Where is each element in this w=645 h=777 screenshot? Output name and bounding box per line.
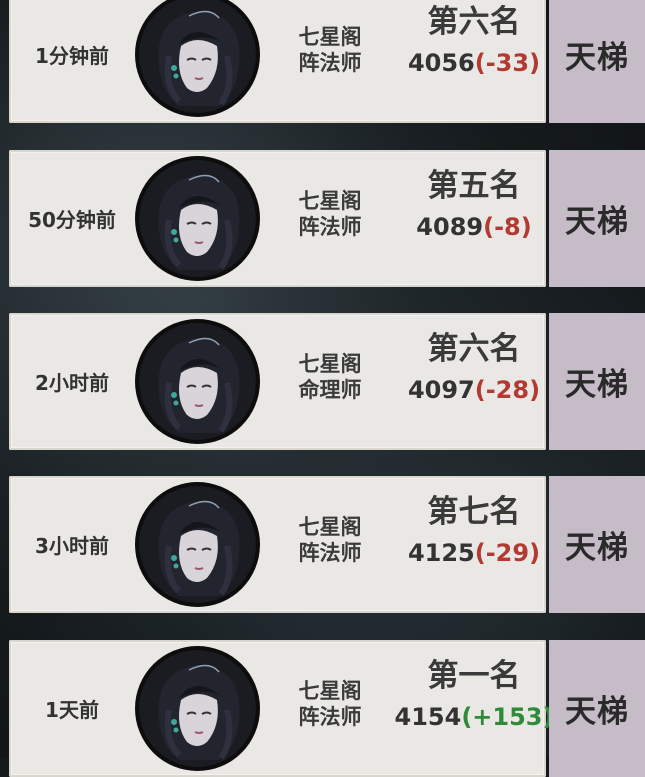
role-name: 命理师: [298, 378, 362, 402]
rank-text: 第五名: [427, 168, 521, 204]
mode-tag[interactable]: 天梯: [549, 150, 645, 287]
mode-label: 天梯: [565, 530, 629, 566]
rank-text: 第一名: [427, 658, 521, 694]
score-line: 4056(-33): [389, 49, 559, 77]
rank-text: 第六名: [427, 4, 521, 40]
character-portrait-icon: [139, 650, 256, 767]
sect-name: 七星阁: [298, 189, 362, 213]
sect-role: 七星阁 阵法师: [285, 188, 375, 240]
sect-role: 七星阁 阵法师: [285, 514, 375, 566]
character-portrait-icon: [139, 486, 256, 603]
mode-label: 天梯: [565, 204, 629, 240]
mode-label: 天梯: [565, 40, 629, 76]
score-value: 4056: [407, 49, 475, 77]
match-record-row[interactable]: 50分钟前 七星阁 阵法师 第五名 4089(-8) 天梯: [0, 150, 645, 287]
role-name: 阵法师: [298, 705, 362, 729]
record-card[interactable]: 1天前 七星阁 阵法师 第一名 4154(+153): [9, 640, 553, 777]
score-delta: -8: [494, 213, 521, 241]
sect-name: 七星阁: [298, 352, 362, 376]
sect-name: 七星阁: [298, 515, 362, 539]
mode-tag[interactable]: 天梯: [549, 313, 645, 450]
sect-role: 七星阁 命理师: [285, 351, 375, 403]
sect-name: 七星阁: [298, 679, 362, 703]
score-delta-open: (: [474, 49, 486, 77]
record-card[interactable]: 3小时前 七星阁 阵法师 第七名 4125(-29): [9, 476, 546, 613]
match-record-row[interactable]: 3小时前 七星阁 阵法师 第七名 4125(-29) 天梯: [0, 476, 645, 613]
role-name: 阵法师: [298, 541, 362, 565]
score-line: 4154(+153): [389, 703, 559, 731]
match-record-row[interactable]: 2小时前 七星阁 命理师 第六名 4097(-28) 天梯: [0, 313, 645, 450]
character-portrait-icon: [139, 0, 256, 113]
record-time: 2小时前: [35, 371, 109, 395]
role-name: 阵法师: [298, 215, 362, 239]
sect-name: 七星阁: [298, 25, 362, 49]
record-card[interactable]: 50分钟前 七星阁 阵法师 第五名 4089(-8): [9, 150, 546, 287]
sect-role: 七星阁 阵法师: [285, 678, 375, 730]
mode-label: 天梯: [565, 694, 629, 730]
score-delta: -29: [485, 539, 530, 567]
mode-label: 天梯: [565, 367, 629, 403]
score-delta-close: ): [529, 376, 541, 404]
score-value: 4097: [407, 376, 475, 404]
rank-text: 第七名: [427, 494, 521, 530]
match-record-row[interactable]: 1天前 七星阁 阵法师 第一名 4154(+153) 天梯: [0, 640, 645, 777]
score-delta-open: (: [461, 703, 473, 731]
mode-tag[interactable]: 天梯: [549, 640, 645, 777]
score-delta-close: ): [529, 539, 541, 567]
record-card[interactable]: 1分钟前 七星阁 阵法师 第六名 4056(-33): [9, 0, 546, 123]
sect-role: 七星阁 阵法师: [285, 24, 375, 76]
score-delta: -33: [485, 49, 530, 77]
match-record-row[interactable]: 1分钟前 七星阁 阵法师 第六名 4056(-33) 天梯: [0, 0, 645, 123]
score-value: 4089: [416, 213, 484, 241]
score-delta-open: (: [474, 539, 486, 567]
score-line: 4125(-29): [389, 539, 559, 567]
score-delta: +153: [472, 703, 543, 731]
record-time: 50分钟前: [28, 208, 116, 232]
mode-tag[interactable]: 天梯: [549, 476, 645, 613]
role-name: 阵法师: [298, 51, 362, 75]
score-line: 4097(-28): [389, 376, 559, 404]
score-value: 4125: [407, 539, 475, 567]
score-delta-open: (: [474, 376, 486, 404]
rank-text: 第六名: [427, 331, 521, 367]
character-portrait-icon: [139, 323, 256, 440]
mode-tag[interactable]: 天梯: [549, 0, 645, 123]
record-time: 1天前: [45, 698, 99, 722]
score-line: 4089(-8): [389, 213, 559, 241]
record-time: 1分钟前: [35, 44, 109, 68]
score-delta: -28: [485, 376, 530, 404]
record-card[interactable]: 2小时前 七星阁 命理师 第六名 4097(-28): [9, 313, 546, 450]
score-delta-open: (: [483, 213, 495, 241]
score-value: 4154: [394, 703, 462, 731]
character-portrait-icon: [139, 160, 256, 277]
record-time: 3小时前: [35, 534, 109, 558]
score-delta-close: ): [529, 49, 541, 77]
score-delta-close: ): [520, 213, 532, 241]
